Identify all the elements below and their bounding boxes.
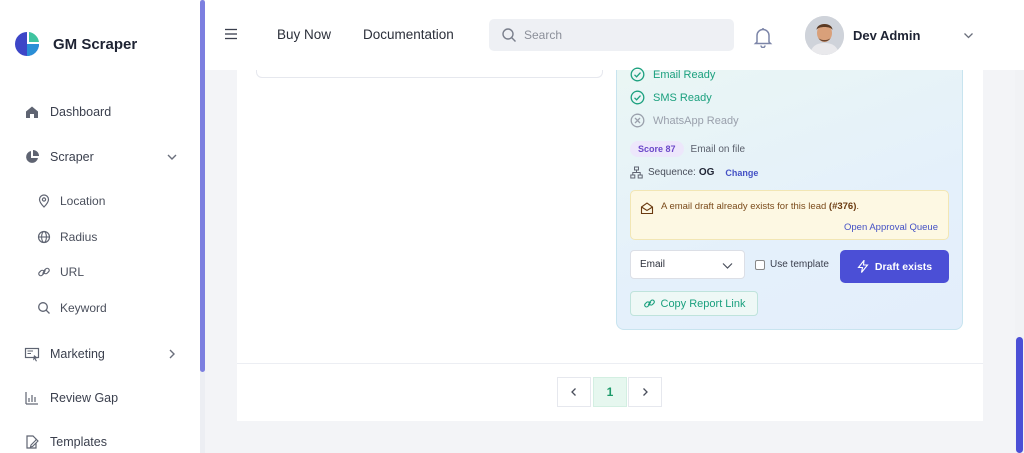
home-icon bbox=[23, 103, 41, 121]
sitemap-icon bbox=[630, 166, 643, 179]
pie-chart-icon bbox=[23, 148, 41, 166]
user-name[interactable]: Dev Admin bbox=[853, 28, 920, 43]
search-input[interactable] bbox=[524, 28, 714, 42]
lead-details-box bbox=[256, 70, 603, 78]
channel-sms-ready: SMS Ready bbox=[630, 90, 712, 105]
alert-text: A email draft already exists for this le… bbox=[661, 201, 860, 212]
use-template-label: Use template bbox=[770, 259, 829, 270]
score-note: Email on file bbox=[690, 143, 745, 155]
sidebar-subitem-radius[interactable]: Radius bbox=[0, 223, 200, 251]
draft-button-label: Draft exists bbox=[874, 260, 933, 273]
campaign-icon bbox=[23, 345, 41, 363]
sidebar-subitem-url[interactable]: URL bbox=[0, 258, 200, 286]
pagination-page-1[interactable]: 1 bbox=[593, 377, 627, 407]
search-icon bbox=[36, 300, 52, 316]
sidebar-subitem-label: Keyword bbox=[60, 301, 107, 315]
sidebar-item-label: Templates bbox=[50, 435, 107, 449]
sequence-value: OG bbox=[698, 167, 715, 178]
avatar[interactable] bbox=[805, 16, 844, 55]
bar-chart-icon bbox=[23, 389, 41, 407]
sidebar-subitem-keyword[interactable]: Keyword bbox=[0, 294, 200, 322]
globe-icon bbox=[36, 229, 52, 245]
divider bbox=[237, 363, 983, 364]
x-circle-icon bbox=[630, 113, 645, 128]
channel-label: WhatsApp Ready bbox=[653, 114, 739, 127]
edit-document-icon bbox=[23, 433, 41, 451]
pagination-next-button[interactable] bbox=[628, 377, 662, 407]
score-badge: Score 87 bbox=[630, 141, 684, 157]
brand[interactable]: GM Scraper bbox=[13, 30, 137, 58]
documentation-link[interactable]: Documentation bbox=[363, 27, 454, 42]
use-template-checkbox[interactable]: Use template bbox=[755, 259, 829, 270]
search-box bbox=[489, 19, 734, 51]
sidebar-item-templates[interactable]: Templates bbox=[0, 427, 200, 453]
map-pin-icon bbox=[36, 193, 52, 209]
buy-now-link[interactable]: Buy Now bbox=[277, 27, 331, 42]
sidebar-item-label: Marketing bbox=[50, 347, 105, 361]
copy-report-link-button[interactable]: Copy Report Link bbox=[630, 291, 758, 316]
chevron-down-icon bbox=[722, 263, 733, 269]
brand-name: GM Scraper bbox=[53, 35, 138, 53]
envelope-open-icon bbox=[640, 202, 654, 215]
change-sequence-link[interactable]: Change bbox=[725, 168, 758, 178]
sidebar-item-review-gap[interactable]: Review Gap bbox=[0, 383, 200, 413]
score-row: Score 87 Email on file bbox=[630, 141, 745, 157]
top-header: Buy Now Documentation Dev Admin bbox=[205, 0, 1024, 70]
chevron-right-icon bbox=[169, 349, 175, 359]
link-icon bbox=[36, 264, 52, 280]
channel-select[interactable]: Email bbox=[630, 250, 745, 279]
brand-logo-icon bbox=[15, 32, 39, 56]
chevron-right-icon bbox=[643, 388, 648, 396]
sidebar-subitem-location[interactable]: Location bbox=[0, 187, 200, 215]
chevron-left-icon bbox=[571, 388, 576, 396]
draft-exists-button[interactable]: Draft exists bbox=[840, 250, 949, 283]
sequence-label: Sequence: bbox=[648, 167, 696, 178]
sidebar-item-label: Scraper bbox=[50, 150, 94, 164]
channel-email-ready: Email Ready bbox=[630, 67, 715, 82]
sidebar-item-dashboard[interactable]: Dashboard bbox=[0, 97, 200, 127]
copy-button-label: Copy Report Link bbox=[660, 297, 746, 310]
search-icon bbox=[502, 28, 516, 42]
draft-exists-alert: A email draft already exists for this le… bbox=[630, 190, 949, 240]
check-circle-icon bbox=[630, 67, 645, 82]
sidebar: GM Scraper Dashboard Scraper Location Ra… bbox=[0, 0, 200, 453]
link-icon bbox=[643, 299, 655, 308]
checkbox-box[interactable] bbox=[755, 259, 765, 270]
alert-lead-ref: (#376) bbox=[828, 201, 857, 212]
user-avatar-image bbox=[805, 16, 844, 55]
sidebar-item-scraper[interactable]: Scraper bbox=[0, 142, 200, 172]
sidebar-subitem-label: Radius bbox=[60, 230, 98, 244]
notification-bell-icon[interactable] bbox=[753, 26, 773, 48]
sidebar-subitem-label: URL bbox=[60, 265, 85, 279]
chevron-down-icon bbox=[167, 154, 177, 160]
channel-label: Email Ready bbox=[653, 68, 716, 81]
hamburger-menu-icon[interactable] bbox=[224, 27, 238, 41]
sidebar-item-label: Dashboard bbox=[50, 105, 112, 119]
check-circle-icon bbox=[630, 90, 645, 105]
lightning-icon bbox=[857, 260, 869, 273]
sidebar-item-marketing[interactable]: Marketing bbox=[0, 339, 200, 369]
sidebar-item-label: Review Gap bbox=[50, 391, 119, 405]
pagination-prev-button[interactable] bbox=[557, 377, 591, 407]
sidebar-subitem-label: Location bbox=[60, 194, 106, 208]
main-scrollbar-thumb[interactable] bbox=[1016, 337, 1023, 453]
channel-label: SMS Ready bbox=[653, 91, 712, 104]
channel-whatsapp-not-ready: WhatsApp Ready bbox=[630, 113, 739, 128]
channel-select-value: Email bbox=[640, 259, 666, 270]
chevron-down-icon[interactable] bbox=[962, 29, 975, 42]
open-approval-queue-link[interactable]: Open Approval Queue bbox=[844, 222, 938, 233]
sequence-row: Sequence: OG Change bbox=[630, 166, 758, 179]
